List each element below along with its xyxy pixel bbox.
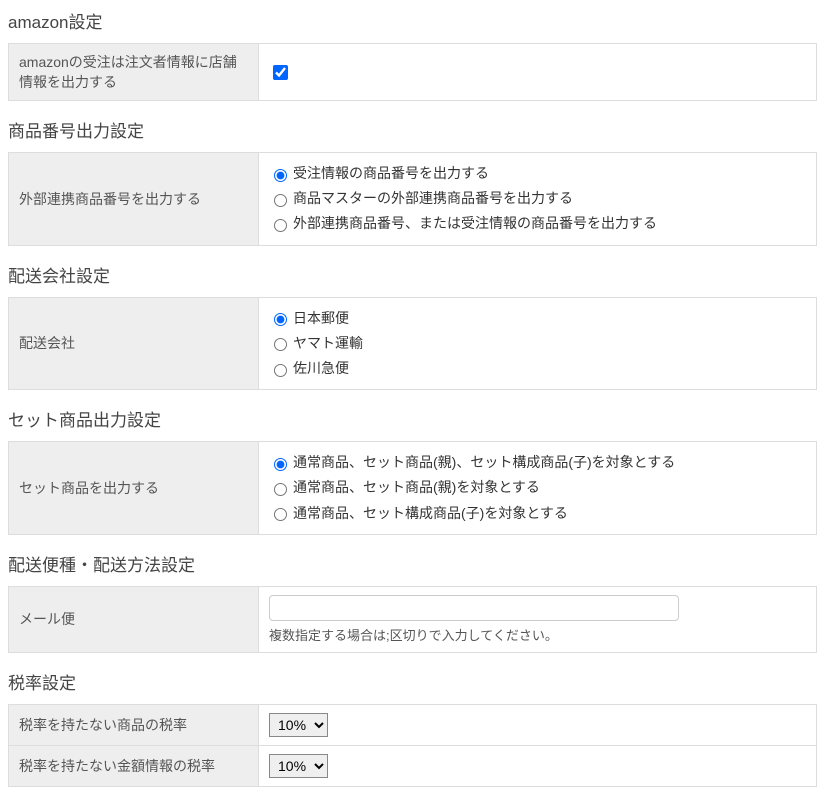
tax-row1-label: 税率を持たない商品の税率 xyxy=(9,704,259,745)
product-number-radio-2[interactable] xyxy=(274,219,287,232)
mail-bin-help: 複数指定する場合は;区切りで入力してください。 xyxy=(269,625,806,644)
section-title-shipping-method: 配送便種・配送方法設定 xyxy=(8,551,817,576)
product-number-option-2: 外部連携商品番号、または受注情報の商品番号を出力する xyxy=(293,211,657,236)
carrier-radio-0[interactable] xyxy=(274,313,287,326)
amazon-label: amazonの受注は注文者情報に店舗情報を出力する xyxy=(9,44,259,101)
tax-row2-value-cell: 10% xyxy=(259,745,817,786)
set-product-option-2: 通常商品、セット構成商品(子)を対象とする xyxy=(293,501,568,526)
product-number-value-cell: 受注情報の商品番号を出力する 商品マスターの外部連携商品番号を出力する 外部連携… xyxy=(259,153,817,246)
section-title-carrier: 配送会社設定 xyxy=(8,262,817,287)
amazon-value-cell xyxy=(259,44,817,101)
shipping-method-value-cell: 複数指定する場合は;区切りで入力してください。 xyxy=(259,586,817,652)
set-product-radio-1[interactable] xyxy=(274,483,287,496)
carrier-option-0: 日本郵便 xyxy=(293,306,349,331)
set-product-option-1: 通常商品、セット商品(親)を対象とする xyxy=(293,475,540,500)
tax-row1-value-cell: 10% xyxy=(259,704,817,745)
set-product-value-cell: 通常商品、セット商品(親)、セット構成商品(子)を対象とする 通常商品、セット商… xyxy=(259,442,817,535)
carrier-option-2: 佐川急便 xyxy=(293,356,349,381)
carrier-option-1: ヤマト運輸 xyxy=(293,331,363,356)
product-number-radio-0[interactable] xyxy=(274,169,287,182)
set-product-option-0: 通常商品、セット商品(親)、セット構成商品(子)を対象とする xyxy=(293,450,675,475)
section-title-amazon: amazon設定 xyxy=(8,8,817,33)
section-title-set-product: セット商品出力設定 xyxy=(8,406,817,431)
tax-row2-label: 税率を持たない金額情報の税率 xyxy=(9,745,259,786)
tax-select-2[interactable]: 10% xyxy=(269,754,328,778)
set-product-radio-2[interactable] xyxy=(274,508,287,521)
shipping-method-label: メール便 xyxy=(9,586,259,652)
section-title-product-number: 商品番号出力設定 xyxy=(8,117,817,142)
tax-select-1[interactable]: 10% xyxy=(269,713,328,737)
set-product-label: セット商品を出力する xyxy=(9,442,259,535)
carrier-radio-1[interactable] xyxy=(274,338,287,351)
amazon-checkbox[interactable] xyxy=(273,65,288,80)
set-product-radio-0[interactable] xyxy=(274,458,287,471)
carrier-radio-2[interactable] xyxy=(274,364,287,377)
carrier-value-cell: 日本郵便 ヤマト運輸 佐川急便 xyxy=(259,297,817,390)
set-product-table: セット商品を出力する 通常商品、セット商品(親)、セット構成商品(子)を対象とす… xyxy=(8,441,817,535)
product-number-option-1: 商品マスターの外部連携商品番号を出力する xyxy=(293,186,573,211)
product-number-table: 外部連携商品番号を出力する 受注情報の商品番号を出力する 商品マスターの外部連携… xyxy=(8,152,817,246)
product-number-radio-1[interactable] xyxy=(274,194,287,207)
amazon-table: amazonの受注は注文者情報に店舗情報を出力する xyxy=(8,43,817,101)
shipping-method-table: メール便 複数指定する場合は;区切りで入力してください。 xyxy=(8,586,817,653)
mail-bin-input[interactable] xyxy=(269,595,679,621)
tax-table: 税率を持たない商品の税率 10% 税率を持たない金額情報の税率 10% xyxy=(8,704,817,787)
section-title-tax: 税率設定 xyxy=(8,669,817,694)
carrier-table: 配送会社 日本郵便 ヤマト運輸 佐川急便 xyxy=(8,297,817,391)
carrier-label: 配送会社 xyxy=(9,297,259,390)
product-number-label: 外部連携商品番号を出力する xyxy=(9,153,259,246)
product-number-option-0: 受注情報の商品番号を出力する xyxy=(293,161,489,186)
